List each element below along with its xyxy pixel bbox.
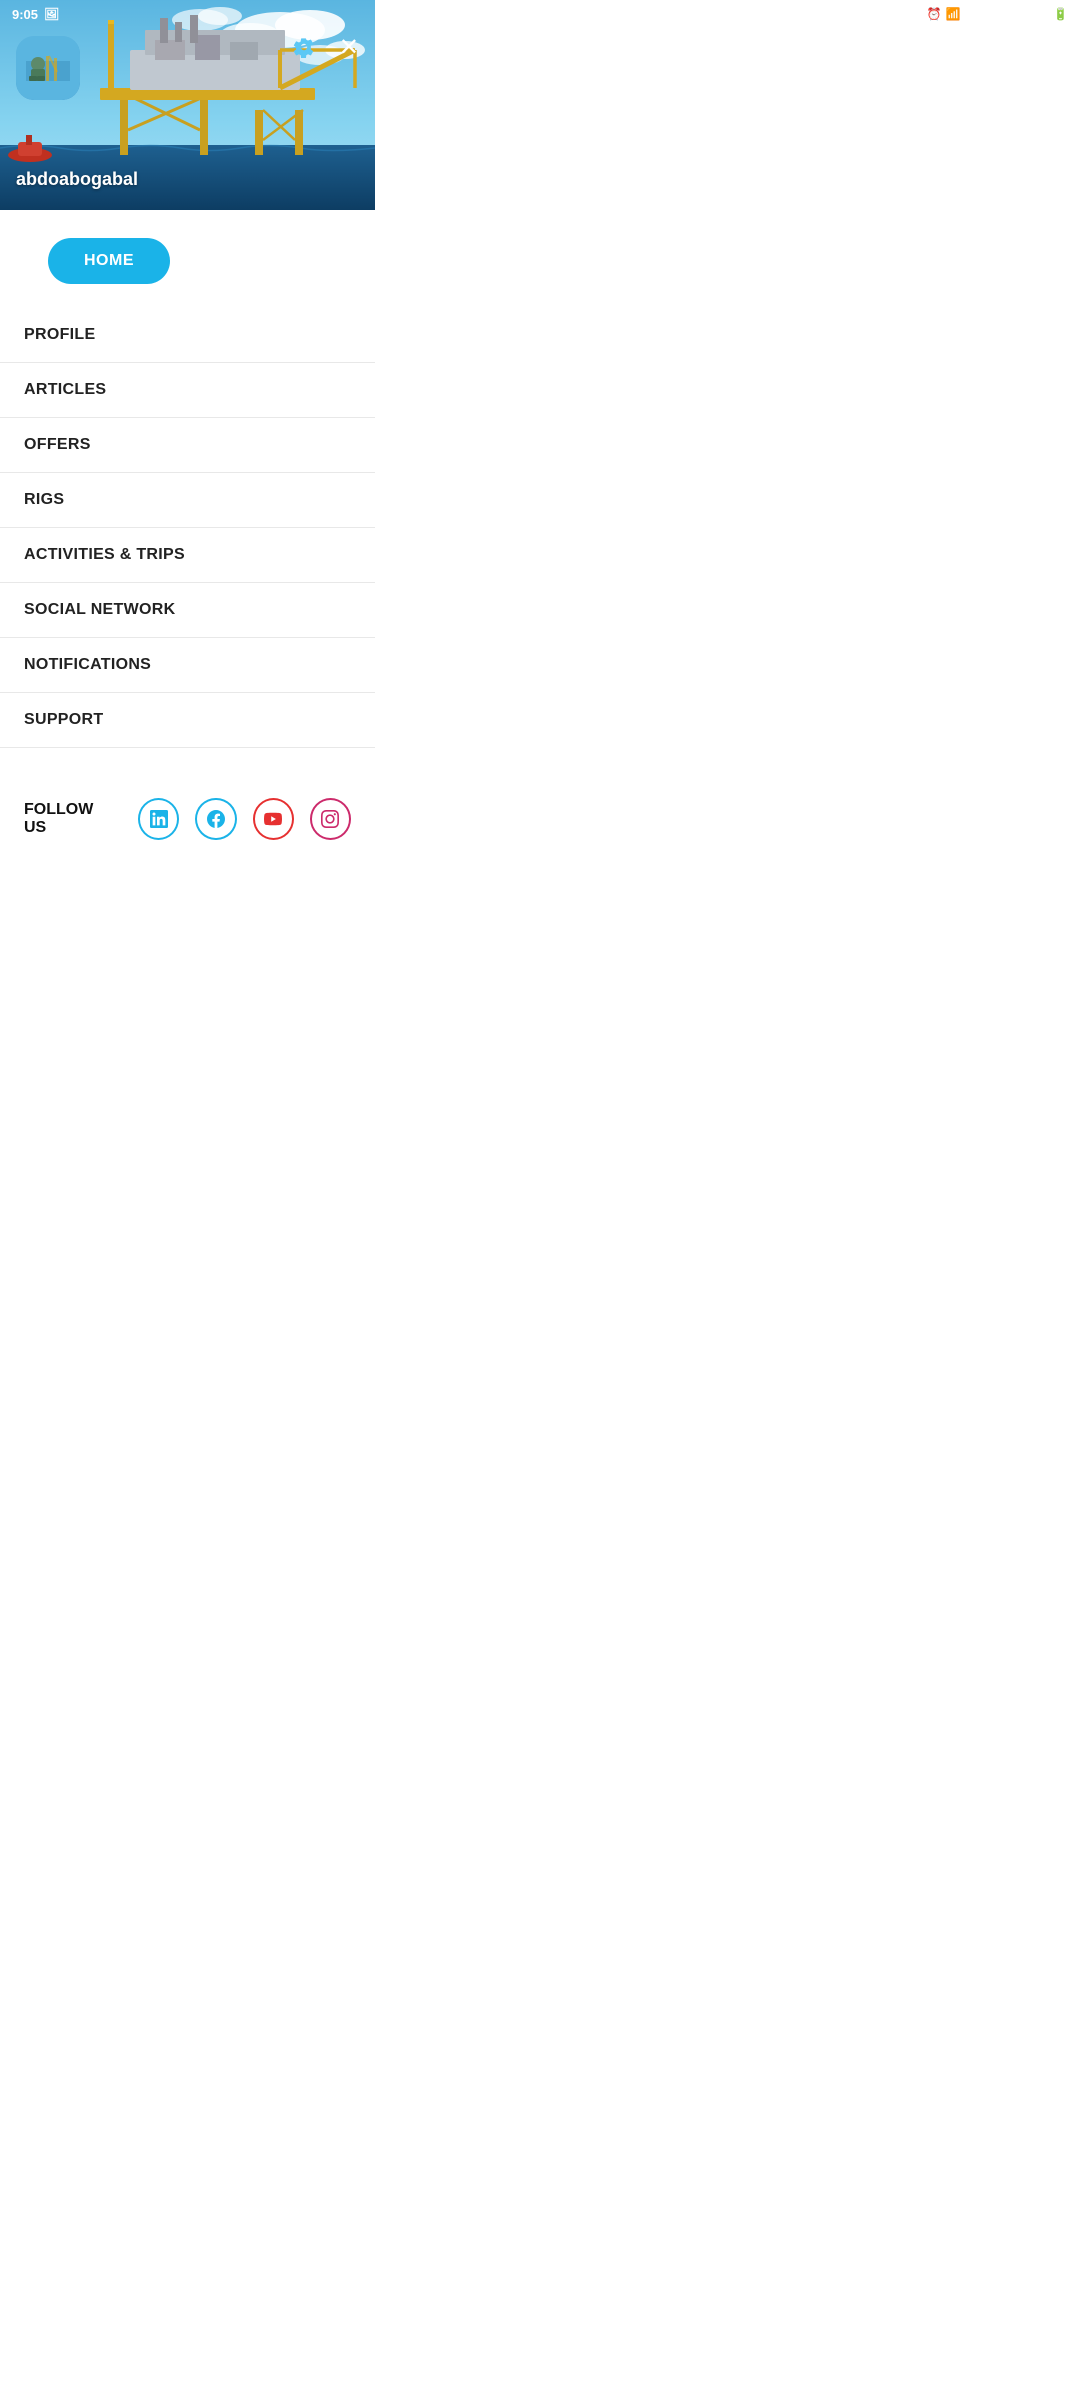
wifi-icon: 📶 bbox=[946, 7, 961, 21]
navigation-menu: HOME PROFILE ARTICLES OFFERS RIGS ACTIVITIES… bbox=[0, 210, 375, 768]
signal-label: VOo LTE1 bbox=[965, 7, 1021, 21]
status-bar: 9:05 🖼 ⊟ ⏰ 📶 VOo LTE1 73% 🔋 bbox=[0, 0, 1080, 28]
home-button[interactable]: HOME bbox=[48, 238, 170, 284]
avatar-image bbox=[16, 36, 80, 100]
status-bar-left: 9:05 🖼 bbox=[12, 7, 59, 22]
nav-item-offers[interactable]: OFFERS bbox=[0, 418, 375, 473]
nav-label-support: SUPPORT bbox=[24, 711, 103, 729]
nav-label-rigs: RIGS bbox=[24, 491, 64, 509]
nav-item-notifications[interactable]: NOTIFICATIONS bbox=[0, 638, 375, 693]
nav-label-social-network: SOCIAL NETWORK bbox=[24, 601, 175, 619]
nav-item-support[interactable]: SUPPORT bbox=[0, 693, 375, 748]
nav-label-profile: PROFILE bbox=[24, 326, 95, 344]
battery-label: 73% bbox=[1025, 7, 1049, 21]
nav-item-social-network[interactable]: SOCIAL NETWORK bbox=[0, 583, 375, 638]
instagram-icon[interactable] bbox=[310, 798, 351, 840]
nav-label-notifications: NOTIFICATIONS bbox=[24, 656, 151, 674]
time-display: 9:05 bbox=[12, 7, 38, 22]
network-icon: ⊟ bbox=[913, 7, 923, 21]
follow-us-label: FOLLOW US bbox=[24, 801, 118, 837]
close-button[interactable]: ✕ bbox=[339, 36, 359, 60]
nav-items-list: PROFILE ARTICLES OFFERS RIGS ACTIVITIES & TR… bbox=[0, 308, 375, 748]
linkedin-icon[interactable] bbox=[138, 798, 179, 840]
nav-item-activities[interactable]: ACTIVITIES & TRIPS bbox=[0, 528, 375, 583]
settings-button[interactable] bbox=[293, 36, 315, 64]
alarm-icon: ⏰ bbox=[927, 7, 942, 21]
avatar[interactable] bbox=[16, 36, 80, 100]
username-label: abdoabogabal bbox=[16, 169, 138, 190]
nav-label-activities: ACTIVITIES & TRIPS bbox=[24, 546, 185, 564]
facebook-icon[interactable] bbox=[195, 798, 236, 840]
hero-banner: ✕ abdoabogabal bbox=[0, 0, 375, 210]
nav-label-offers: OFFERS bbox=[24, 436, 91, 454]
youtube-icon[interactable] bbox=[253, 798, 294, 840]
status-bar-right: ⊟ ⏰ 📶 VOo LTE1 73% 🔋 bbox=[913, 7, 1068, 21]
nav-label-articles: ARTICLES bbox=[24, 381, 106, 399]
nav-item-articles[interactable]: ARTICLES bbox=[0, 363, 375, 418]
battery-icon: 🔋 bbox=[1053, 7, 1068, 21]
nav-item-profile[interactable]: PROFILE bbox=[0, 308, 375, 363]
nav-item-rigs[interactable]: RIGS bbox=[0, 473, 375, 528]
footer: FOLLOW US bbox=[0, 768, 375, 860]
photo-icon: 🖼 bbox=[44, 7, 59, 21]
